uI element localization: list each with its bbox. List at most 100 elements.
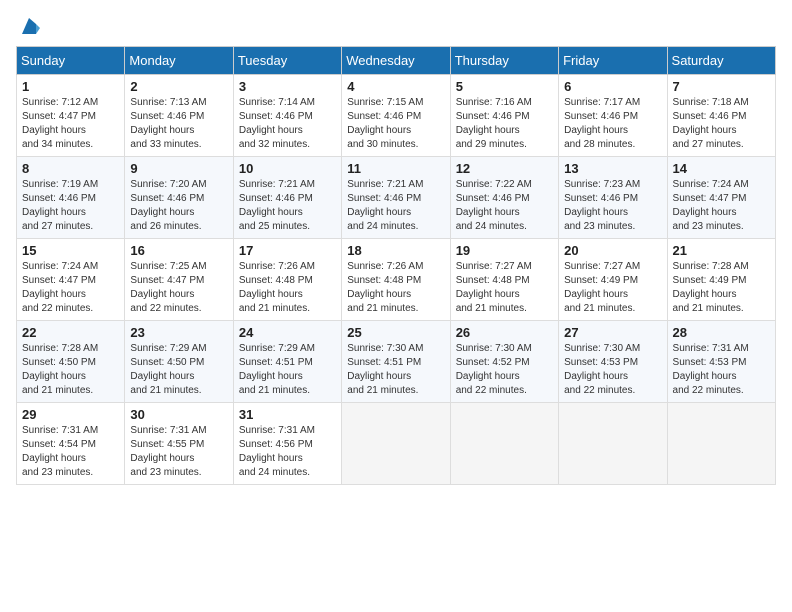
calendar-cell: 10 Sunrise: 7:21 AMSunset: 4:46 PMDaylig… bbox=[233, 157, 341, 239]
calendar-cell: 13 Sunrise: 7:23 AMSunset: 4:46 PMDaylig… bbox=[559, 157, 667, 239]
day-info: Sunrise: 7:25 AMSunset: 4:47 PMDaylight … bbox=[130, 260, 227, 316]
day-info: Sunrise: 7:31 AMSunset: 4:55 PMDaylight … bbox=[130, 424, 227, 480]
weekday-tuesday: Tuesday bbox=[233, 47, 341, 75]
day-info: Sunrise: 7:16 AMSunset: 4:46 PMDaylight … bbox=[456, 96, 553, 152]
day-info: Sunrise: 7:13 AMSunset: 4:46 PMDaylight … bbox=[130, 96, 227, 152]
day-number: 5 bbox=[456, 79, 553, 94]
day-info: Sunrise: 7:27 AMSunset: 4:48 PMDaylight … bbox=[456, 260, 553, 316]
calendar-cell: 17 Sunrise: 7:26 AMSunset: 4:48 PMDaylig… bbox=[233, 239, 341, 321]
week-row-5: 29 Sunrise: 7:31 AMSunset: 4:54 PMDaylig… bbox=[17, 403, 776, 485]
day-info: Sunrise: 7:24 AMSunset: 4:47 PMDaylight … bbox=[22, 260, 119, 316]
calendar-cell: 15 Sunrise: 7:24 AMSunset: 4:47 PMDaylig… bbox=[17, 239, 125, 321]
week-row-4: 22 Sunrise: 7:28 AMSunset: 4:50 PMDaylig… bbox=[17, 321, 776, 403]
weekday-saturday: Saturday bbox=[667, 47, 775, 75]
calendar-cell: 3 Sunrise: 7:14 AMSunset: 4:46 PMDayligh… bbox=[233, 75, 341, 157]
page-header bbox=[16, 16, 776, 38]
day-info: Sunrise: 7:30 AMSunset: 4:53 PMDaylight … bbox=[564, 342, 661, 398]
day-info: Sunrise: 7:29 AMSunset: 4:51 PMDaylight … bbox=[239, 342, 336, 398]
day-number: 10 bbox=[239, 161, 336, 176]
day-info: Sunrise: 7:15 AMSunset: 4:46 PMDaylight … bbox=[347, 96, 444, 152]
day-number: 7 bbox=[673, 79, 770, 94]
day-number: 19 bbox=[456, 243, 553, 258]
calendar-cell: 1 Sunrise: 7:12 AMSunset: 4:47 PMDayligh… bbox=[17, 75, 125, 157]
day-info: Sunrise: 7:21 AMSunset: 4:46 PMDaylight … bbox=[347, 178, 444, 234]
day-number: 31 bbox=[239, 407, 336, 422]
calendar-cell: 29 Sunrise: 7:31 AMSunset: 4:54 PMDaylig… bbox=[17, 403, 125, 485]
calendar-cell: 18 Sunrise: 7:26 AMSunset: 4:48 PMDaylig… bbox=[342, 239, 450, 321]
day-number: 20 bbox=[564, 243, 661, 258]
calendar-cell: 12 Sunrise: 7:22 AMSunset: 4:46 PMDaylig… bbox=[450, 157, 558, 239]
calendar-cell: 31 Sunrise: 7:31 AMSunset: 4:56 PMDaylig… bbox=[233, 403, 341, 485]
calendar-cell: 9 Sunrise: 7:20 AMSunset: 4:46 PMDayligh… bbox=[125, 157, 233, 239]
day-number: 29 bbox=[22, 407, 119, 422]
calendar-cell: 6 Sunrise: 7:17 AMSunset: 4:46 PMDayligh… bbox=[559, 75, 667, 157]
day-number: 11 bbox=[347, 161, 444, 176]
calendar-cell: 5 Sunrise: 7:16 AMSunset: 4:46 PMDayligh… bbox=[450, 75, 558, 157]
day-number: 27 bbox=[564, 325, 661, 340]
day-number: 22 bbox=[22, 325, 119, 340]
weekday-monday: Monday bbox=[125, 47, 233, 75]
day-number: 21 bbox=[673, 243, 770, 258]
calendar-cell: 21 Sunrise: 7:28 AMSunset: 4:49 PMDaylig… bbox=[667, 239, 775, 321]
calendar-cell: 4 Sunrise: 7:15 AMSunset: 4:46 PMDayligh… bbox=[342, 75, 450, 157]
day-info: Sunrise: 7:28 AMSunset: 4:50 PMDaylight … bbox=[22, 342, 119, 398]
day-number: 1 bbox=[22, 79, 119, 94]
day-number: 4 bbox=[347, 79, 444, 94]
week-row-2: 8 Sunrise: 7:19 AMSunset: 4:46 PMDayligh… bbox=[17, 157, 776, 239]
day-info: Sunrise: 7:23 AMSunset: 4:46 PMDaylight … bbox=[564, 178, 661, 234]
day-info: Sunrise: 7:14 AMSunset: 4:46 PMDaylight … bbox=[239, 96, 336, 152]
calendar-cell: 11 Sunrise: 7:21 AMSunset: 4:46 PMDaylig… bbox=[342, 157, 450, 239]
calendar-cell bbox=[667, 403, 775, 485]
day-info: Sunrise: 7:26 AMSunset: 4:48 PMDaylight … bbox=[347, 260, 444, 316]
day-number: 28 bbox=[673, 325, 770, 340]
calendar-cell: 25 Sunrise: 7:30 AMSunset: 4:51 PMDaylig… bbox=[342, 321, 450, 403]
calendar-cell: 24 Sunrise: 7:29 AMSunset: 4:51 PMDaylig… bbox=[233, 321, 341, 403]
logo bbox=[16, 16, 40, 38]
day-number: 15 bbox=[22, 243, 119, 258]
day-info: Sunrise: 7:18 AMSunset: 4:46 PMDaylight … bbox=[673, 96, 770, 152]
day-number: 6 bbox=[564, 79, 661, 94]
day-info: Sunrise: 7:21 AMSunset: 4:46 PMDaylight … bbox=[239, 178, 336, 234]
calendar-cell: 16 Sunrise: 7:25 AMSunset: 4:47 PMDaylig… bbox=[125, 239, 233, 321]
calendar-cell: 27 Sunrise: 7:30 AMSunset: 4:53 PMDaylig… bbox=[559, 321, 667, 403]
calendar-table: SundayMondayTuesdayWednesdayThursdayFrid… bbox=[16, 46, 776, 485]
calendar-cell: 7 Sunrise: 7:18 AMSunset: 4:46 PMDayligh… bbox=[667, 75, 775, 157]
weekday-friday: Friday bbox=[559, 47, 667, 75]
day-number: 9 bbox=[130, 161, 227, 176]
day-info: Sunrise: 7:31 AMSunset: 4:53 PMDaylight … bbox=[673, 342, 770, 398]
week-row-3: 15 Sunrise: 7:24 AMSunset: 4:47 PMDaylig… bbox=[17, 239, 776, 321]
day-number: 16 bbox=[130, 243, 227, 258]
calendar-cell: 22 Sunrise: 7:28 AMSunset: 4:50 PMDaylig… bbox=[17, 321, 125, 403]
calendar-cell: 20 Sunrise: 7:27 AMSunset: 4:49 PMDaylig… bbox=[559, 239, 667, 321]
day-info: Sunrise: 7:30 AMSunset: 4:52 PMDaylight … bbox=[456, 342, 553, 398]
weekday-thursday: Thursday bbox=[450, 47, 558, 75]
day-number: 25 bbox=[347, 325, 444, 340]
logo-icon bbox=[18, 16, 40, 38]
day-info: Sunrise: 7:26 AMSunset: 4:48 PMDaylight … bbox=[239, 260, 336, 316]
day-info: Sunrise: 7:20 AMSunset: 4:46 PMDaylight … bbox=[130, 178, 227, 234]
day-number: 14 bbox=[673, 161, 770, 176]
calendar-cell: 28 Sunrise: 7:31 AMSunset: 4:53 PMDaylig… bbox=[667, 321, 775, 403]
day-info: Sunrise: 7:24 AMSunset: 4:47 PMDaylight … bbox=[673, 178, 770, 234]
day-number: 23 bbox=[130, 325, 227, 340]
weekday-wednesday: Wednesday bbox=[342, 47, 450, 75]
day-info: Sunrise: 7:12 AMSunset: 4:47 PMDaylight … bbox=[22, 96, 119, 152]
calendar-cell: 2 Sunrise: 7:13 AMSunset: 4:46 PMDayligh… bbox=[125, 75, 233, 157]
day-number: 26 bbox=[456, 325, 553, 340]
week-row-1: 1 Sunrise: 7:12 AMSunset: 4:47 PMDayligh… bbox=[17, 75, 776, 157]
weekday-sunday: Sunday bbox=[17, 47, 125, 75]
day-info: Sunrise: 7:28 AMSunset: 4:49 PMDaylight … bbox=[673, 260, 770, 316]
day-number: 2 bbox=[130, 79, 227, 94]
calendar-cell: 19 Sunrise: 7:27 AMSunset: 4:48 PMDaylig… bbox=[450, 239, 558, 321]
calendar-cell: 26 Sunrise: 7:30 AMSunset: 4:52 PMDaylig… bbox=[450, 321, 558, 403]
day-info: Sunrise: 7:29 AMSunset: 4:50 PMDaylight … bbox=[130, 342, 227, 398]
day-number: 24 bbox=[239, 325, 336, 340]
day-info: Sunrise: 7:22 AMSunset: 4:46 PMDaylight … bbox=[456, 178, 553, 234]
day-info: Sunrise: 7:27 AMSunset: 4:49 PMDaylight … bbox=[564, 260, 661, 316]
day-number: 30 bbox=[130, 407, 227, 422]
calendar-cell bbox=[559, 403, 667, 485]
day-info: Sunrise: 7:30 AMSunset: 4:51 PMDaylight … bbox=[347, 342, 444, 398]
day-info: Sunrise: 7:19 AMSunset: 4:46 PMDaylight … bbox=[22, 178, 119, 234]
day-info: Sunrise: 7:17 AMSunset: 4:46 PMDaylight … bbox=[564, 96, 661, 152]
day-number: 3 bbox=[239, 79, 336, 94]
